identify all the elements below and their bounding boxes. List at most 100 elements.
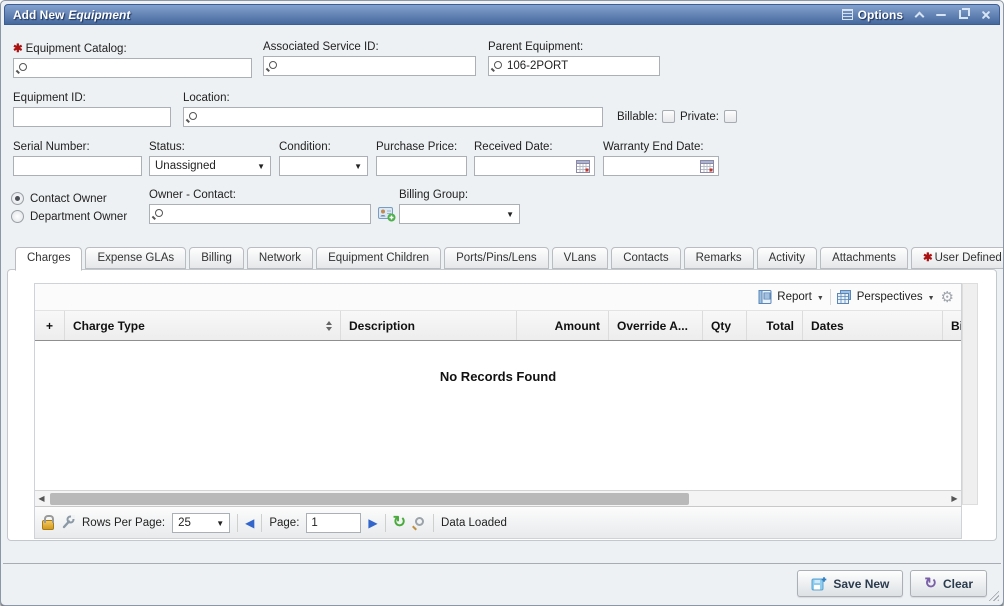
owner-contact-input[interactable] xyxy=(149,204,371,224)
grid-toolbar: Report Perspectives ⚙ xyxy=(35,284,961,311)
received-date-input[interactable] xyxy=(474,156,595,176)
options-button[interactable]: Options xyxy=(842,8,903,22)
footer-divider xyxy=(3,563,1001,564)
column-add[interactable]: + xyxy=(35,311,65,340)
next-page-icon[interactable] xyxy=(368,517,377,529)
purchase-price-input[interactable] xyxy=(376,156,467,176)
equipment-catalog-input[interactable] xyxy=(13,58,252,78)
equipment-catalog-label: ✱Equipment Catalog: xyxy=(13,41,252,55)
location-input[interactable] xyxy=(183,107,603,127)
column-override-amount[interactable]: Override A... xyxy=(609,311,703,340)
scroll-right-icon[interactable] xyxy=(948,491,961,506)
calendar-icon[interactable] xyxy=(576,159,590,173)
column-description[interactable]: Description xyxy=(341,311,517,340)
parent-equipment-input[interactable]: 106-2PORT xyxy=(488,56,660,76)
tab-activity[interactable]: Activity xyxy=(757,247,817,269)
save-icon xyxy=(811,576,827,592)
status-value: Unassigned xyxy=(155,160,216,172)
tab-contacts[interactable]: Contacts xyxy=(611,247,680,269)
dialog-title-emphasis: Equipment xyxy=(68,8,130,22)
required-marker: ✱ xyxy=(923,252,933,264)
status-select[interactable]: Unassigned xyxy=(149,156,271,176)
options-label: Options xyxy=(858,8,903,22)
scrollbar-thumb[interactable] xyxy=(50,493,689,505)
equipment-id-input[interactable] xyxy=(13,107,171,127)
lock-icon[interactable] xyxy=(42,520,54,530)
column-dates[interactable]: Dates xyxy=(803,311,943,340)
contact-owner-radio[interactable] xyxy=(11,192,24,205)
collapse-icon[interactable] xyxy=(915,11,925,21)
search-icon xyxy=(189,112,197,120)
column-charge-type[interactable]: Charge Type xyxy=(65,311,341,340)
tab-strip: Charges Expense GLAs Billing Network Equ… xyxy=(15,247,1004,271)
charges-grid: Report Perspectives ⚙ + Charge Type Desc… xyxy=(34,283,962,539)
refresh-icon[interactable] xyxy=(393,515,406,531)
department-owner-option[interactable]: Department Owner xyxy=(11,210,127,223)
tab-ports-pins-lens[interactable]: Ports/Pins/Lens xyxy=(444,247,549,269)
tab-attachments[interactable]: Attachments xyxy=(820,247,908,269)
sort-icon[interactable] xyxy=(326,321,332,331)
close-icon[interactable] xyxy=(981,10,991,20)
popout-icon[interactable] xyxy=(959,10,968,19)
vertical-scrollbar[interactable] xyxy=(962,283,978,505)
tab-vlans[interactable]: VLans xyxy=(552,247,609,269)
chevron-down-icon xyxy=(354,160,362,172)
field-equipment-catalog: ✱Equipment Catalog: xyxy=(13,41,252,78)
options-menu-icon xyxy=(842,9,853,20)
window-controls: Options xyxy=(842,8,991,22)
tab-expense-glas[interactable]: Expense GLAs xyxy=(85,247,186,269)
serial-number-input[interactable] xyxy=(13,156,142,176)
search-icon xyxy=(494,61,502,69)
chevron-down-icon xyxy=(928,291,935,303)
clear-button[interactable]: Clear xyxy=(910,570,987,597)
minimize-icon[interactable] xyxy=(936,14,946,16)
add-contact-icon[interactable] xyxy=(378,205,396,222)
billable-label: Billable: xyxy=(617,111,657,123)
field-serial-number: Serial Number: xyxy=(13,141,142,176)
department-owner-radio[interactable] xyxy=(11,210,24,223)
dialog-title: Add NewEquipment xyxy=(13,8,130,22)
rows-per-page-select[interactable]: 25 xyxy=(172,513,230,533)
parent-equipment-label: Parent Equipment: xyxy=(488,41,660,53)
billable-checkbox[interactable] xyxy=(662,110,675,123)
chevron-down-icon xyxy=(817,291,824,303)
tab-network[interactable]: Network xyxy=(247,247,313,269)
associated-service-id-input[interactable] xyxy=(263,56,476,76)
gear-icon[interactable]: ⚙ xyxy=(941,290,954,305)
calendar-icon[interactable] xyxy=(700,159,714,173)
save-new-button[interactable]: Save New xyxy=(797,570,903,597)
column-qty[interactable]: Qty xyxy=(703,311,747,340)
resize-handle[interactable] xyxy=(986,588,999,601)
perspectives-button[interactable]: Perspectives xyxy=(837,290,935,304)
condition-select[interactable] xyxy=(279,156,368,176)
tab-equipment-children[interactable]: Equipment Children xyxy=(316,247,441,269)
wrench-icon[interactable] xyxy=(61,515,75,530)
column-total[interactable]: Total xyxy=(747,311,803,340)
report-icon xyxy=(758,290,772,304)
billing-group-select[interactable] xyxy=(399,204,520,224)
received-date-label: Received Date: xyxy=(474,141,595,153)
field-location: Location: xyxy=(183,92,603,127)
page-input[interactable]: 1 xyxy=(306,513,361,533)
column-bill[interactable]: Bill xyxy=(943,311,961,340)
previous-page-icon[interactable] xyxy=(245,517,254,529)
required-marker: ✱ xyxy=(13,43,23,55)
tab-remarks[interactable]: Remarks xyxy=(684,247,754,269)
footer-actions: Save New Clear xyxy=(797,570,987,597)
tab-billing[interactable]: Billing xyxy=(189,247,244,269)
serial-number-label: Serial Number: xyxy=(13,141,142,153)
private-label: Private: xyxy=(680,111,719,123)
tab-charges[interactable]: Charges xyxy=(15,247,82,271)
scrollbar-track[interactable] xyxy=(48,492,948,506)
tab-user-defined-fields[interactable]: ✱User Defined Fields xyxy=(911,247,1004,269)
report-button[interactable]: Report xyxy=(758,290,823,304)
scroll-left-icon[interactable] xyxy=(35,491,48,506)
field-warranty-end-date: Warranty End Date: xyxy=(603,141,719,176)
owner-contact-label: Owner - Contact: xyxy=(149,189,371,201)
contact-owner-option[interactable]: Contact Owner xyxy=(11,192,127,205)
private-checkbox[interactable] xyxy=(724,110,737,123)
grid-search-icon[interactable] xyxy=(415,517,424,526)
location-label: Location: xyxy=(183,92,603,104)
warranty-end-date-input[interactable] xyxy=(603,156,719,176)
column-amount[interactable]: Amount xyxy=(517,311,609,340)
